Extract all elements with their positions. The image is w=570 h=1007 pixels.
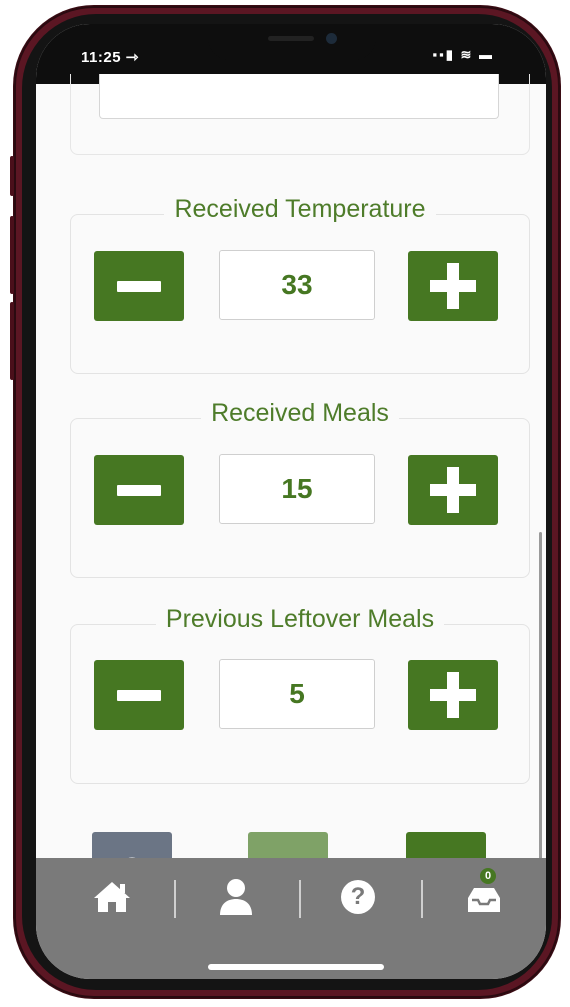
- received-meals-label: Received Meals: [201, 399, 399, 427]
- bottom-nav: ? 0: [36, 858, 546, 979]
- screen: 11:25 ⇾ ▪▪▮ ≋ ▬ Received Temperature 33 …: [36, 24, 546, 979]
- side-button: [10, 156, 14, 196]
- status-icons: ▪▪▮ ≋ ▬: [432, 47, 494, 62]
- received-meals-decrement-button[interactable]: [94, 455, 184, 525]
- received-temperature-increment-button[interactable]: [408, 251, 498, 321]
- received-meals-input[interactable]: 15: [219, 454, 375, 524]
- plus-icon: [430, 672, 476, 718]
- previous-leftover-meals-increment-button[interactable]: [408, 660, 498, 730]
- previous-leftover-meals-legend: Previous Leftover Meals: [71, 605, 529, 634]
- previous-leftover-meals-decrement-button[interactable]: [94, 660, 184, 730]
- received-meals-increment-button[interactable]: [408, 455, 498, 525]
- plus-icon: [430, 467, 476, 513]
- received-temperature-input[interactable]: 33: [219, 250, 375, 320]
- received-temperature-legend: Received Temperature: [71, 195, 529, 224]
- notch: [208, 24, 376, 60]
- inbox-icon: [468, 888, 500, 912]
- previous-leftover-meals-input[interactable]: 5: [219, 659, 375, 729]
- plus-icon: [430, 263, 476, 309]
- minus-icon: [117, 689, 161, 701]
- nav-home[interactable]: [82, 872, 142, 922]
- previous-leftover-meals-label: Previous Leftover Meals: [155, 605, 445, 633]
- received-temperature-label: Received Temperature: [164, 195, 436, 223]
- minus-icon: [117, 280, 161, 292]
- home-indicator[interactable]: [208, 964, 384, 970]
- nav-profile[interactable]: [206, 872, 266, 922]
- home-icon: [94, 882, 130, 912]
- nav-divider: [421, 880, 423, 918]
- help-glyph: ?: [350, 883, 366, 910]
- nav-divider: [299, 880, 301, 918]
- side-button: [10, 302, 14, 380]
- nav-help[interactable]: ?: [328, 872, 388, 922]
- status-time: 11:25 ⇾: [81, 49, 139, 66]
- inbox-badge: 0: [480, 868, 496, 884]
- user-icon: [220, 879, 252, 915]
- received-meals-legend: Received Meals: [71, 399, 529, 428]
- received-temperature-decrement-button[interactable]: [94, 251, 184, 321]
- speaker: [268, 36, 314, 41]
- inbox-badge-count: 0: [484, 870, 492, 882]
- minus-icon: [117, 484, 161, 496]
- previous-field-input[interactable]: [99, 74, 499, 119]
- form-content[interactable]: Received Temperature 33 Received Meals 1…: [36, 74, 546, 922]
- side-button: [10, 216, 14, 294]
- nav-divider: [174, 880, 176, 918]
- camera: [326, 33, 337, 44]
- help-icon: ?: [341, 880, 375, 914]
- nav-inbox[interactable]: 0: [454, 868, 514, 922]
